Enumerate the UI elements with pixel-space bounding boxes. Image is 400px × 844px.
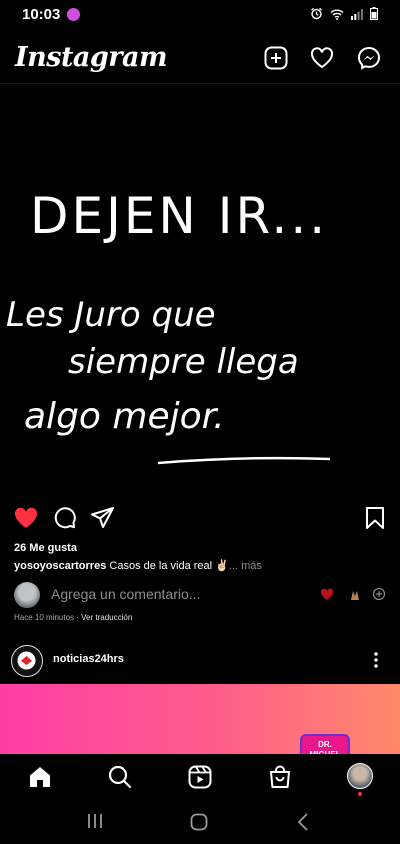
post2-avatar[interactable] — [11, 645, 43, 677]
reels-icon[interactable] — [187, 764, 213, 790]
system-navigation-bar — [0, 800, 400, 844]
post-caption: yosoyoscartorres Casos de la vida real ✌… — [14, 559, 262, 572]
image-text-line4: algo mejor. — [24, 396, 225, 437]
post2-image[interactable]: DR. MIGUEL — [0, 684, 400, 754]
status-bar: 10:03 — [0, 0, 400, 30]
home-button-icon[interactable] — [189, 812, 209, 832]
user-avatar — [14, 582, 40, 608]
profile-notification-dot — [358, 792, 362, 796]
home-icon[interactable] — [27, 764, 53, 790]
image-text-line3: siempre llega — [68, 342, 299, 382]
share-icon[interactable] — [90, 505, 116, 531]
notifications-heart-icon[interactable] — [309, 45, 335, 71]
image-text-line1: DEJEN IR... — [30, 187, 328, 245]
post2-username[interactable]: noticias24hrs — [53, 653, 124, 665]
messenger-icon[interactable] — [356, 45, 382, 71]
more-options-icon[interactable] — [368, 650, 384, 670]
recent-apps-icon[interactable] — [86, 812, 104, 830]
add-emoji-icon[interactable] — [372, 587, 386, 601]
bottom-navigation — [0, 754, 400, 800]
search-icon[interactable] — [107, 764, 133, 790]
likes-count[interactable]: 26 Me gusta — [14, 542, 77, 554]
add-comment-row: Agrega un comentario... — [14, 582, 390, 608]
see-translation-link[interactable]: Ver traducción — [81, 613, 132, 622]
post-image[interactable]: DEJEN IR... Les Juro que siempre llega a… — [0, 84, 400, 500]
shop-icon[interactable] — [267, 764, 293, 790]
battery-icon — [370, 7, 378, 20]
quick-heart-emoji-icon[interactable] — [320, 588, 334, 601]
wifi-icon — [330, 9, 344, 20]
caption-text: Casos de la vida real ✌🏻 — [109, 560, 229, 572]
image-text-line2: Les Juro que — [6, 295, 216, 335]
status-time: 10:03 — [22, 6, 61, 23]
create-post-icon[interactable] — [263, 45, 289, 71]
save-bookmark-icon[interactable] — [362, 505, 388, 531]
post-time: Hace 10 minutos — [14, 613, 75, 622]
post2-badge: DR. MIGUEL — [300, 734, 350, 754]
profile-avatar[interactable] — [347, 763, 373, 789]
signal-icon — [351, 8, 363, 20]
whatsapp-notification-icon — [67, 8, 80, 21]
comment-input[interactable]: Agrega un comentario... — [51, 586, 200, 602]
caption-username[interactable]: yosoyoscartorres — [14, 560, 106, 572]
app-header: Instagram — [0, 36, 400, 80]
back-button-icon[interactable] — [296, 812, 310, 832]
instagram-logo[interactable]: Instagram — [15, 42, 168, 73]
image-underline — [157, 456, 331, 465]
comment-icon[interactable] — [52, 505, 78, 531]
news-logo-icon — [17, 651, 36, 670]
quick-pray-emoji-icon[interactable] — [348, 588, 362, 601]
like-heart-icon[interactable] — [13, 505, 39, 531]
caption-more-link[interactable]: ... más — [229, 560, 262, 572]
alarm-icon — [311, 7, 322, 20]
post-meta-row: Hace 10 minutos · Ver traducción — [14, 613, 133, 622]
